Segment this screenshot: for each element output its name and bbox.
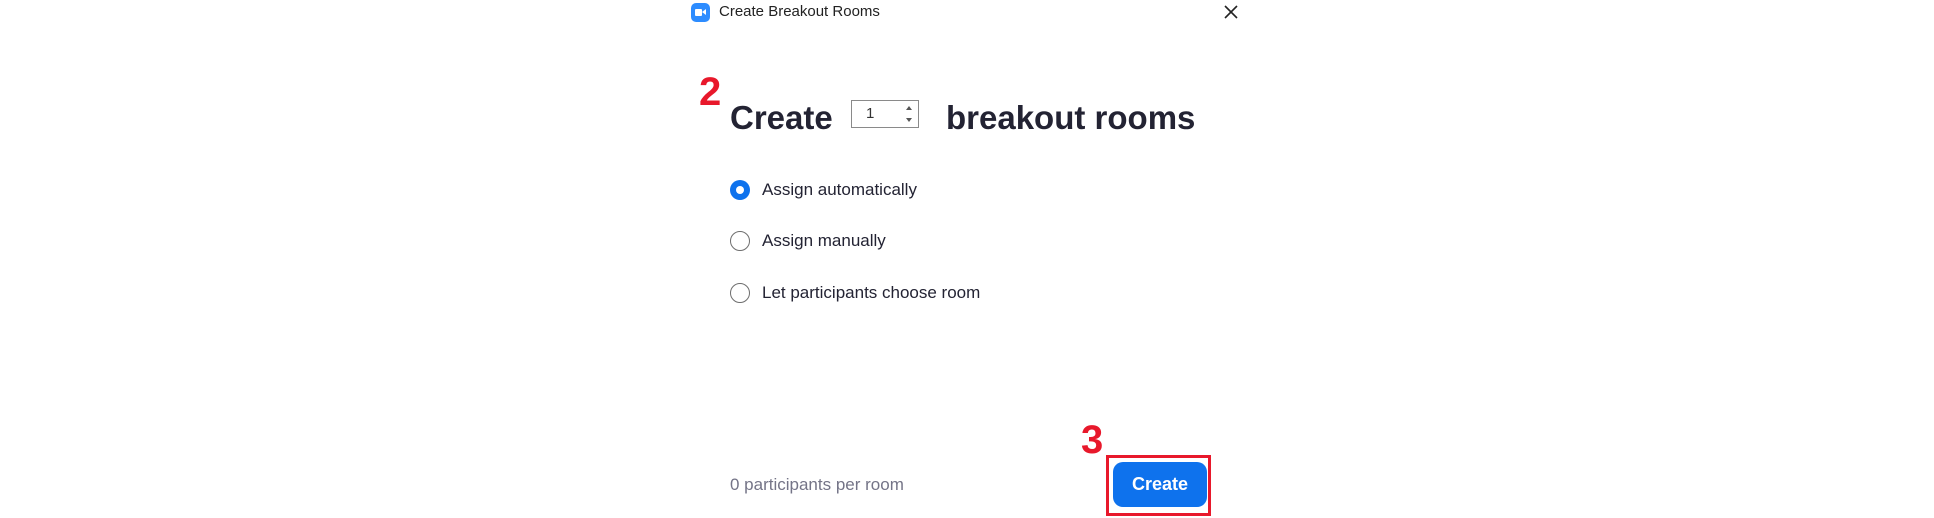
radio-button[interactable] [730, 283, 750, 303]
room-count-value[interactable]: 1 [866, 105, 874, 123]
room-count-stepper[interactable]: 1 [851, 100, 919, 128]
participants-per-room-text: 0 participants per room [730, 475, 904, 494]
window-title: Create Breakout Rooms [719, 3, 880, 20]
radio-button-checked[interactable] [730, 180, 750, 200]
close-icon[interactable] [1220, 1, 1242, 23]
option-label: Let participants choose room [762, 283, 981, 302]
increment-arrow-icon[interactable] [903, 102, 915, 114]
heading-prefix: Create [730, 99, 833, 136]
option-label: Assign manually [762, 231, 886, 250]
radio-button[interactable] [730, 231, 750, 251]
step-annotation-2: 2 [699, 70, 722, 114]
zoom-camera-icon [691, 3, 710, 22]
decrement-arrow-icon[interactable] [903, 114, 915, 126]
option-label: Assign automatically [762, 180, 917, 199]
step-annotation-3: 3 [1081, 418, 1104, 462]
create-breakout-rooms-dialog: Create Breakout Rooms 2 Create 1 breakou… [680, 0, 1250, 518]
create-button[interactable]: Create [1113, 462, 1207, 507]
heading-suffix: breakout rooms [946, 99, 1196, 136]
